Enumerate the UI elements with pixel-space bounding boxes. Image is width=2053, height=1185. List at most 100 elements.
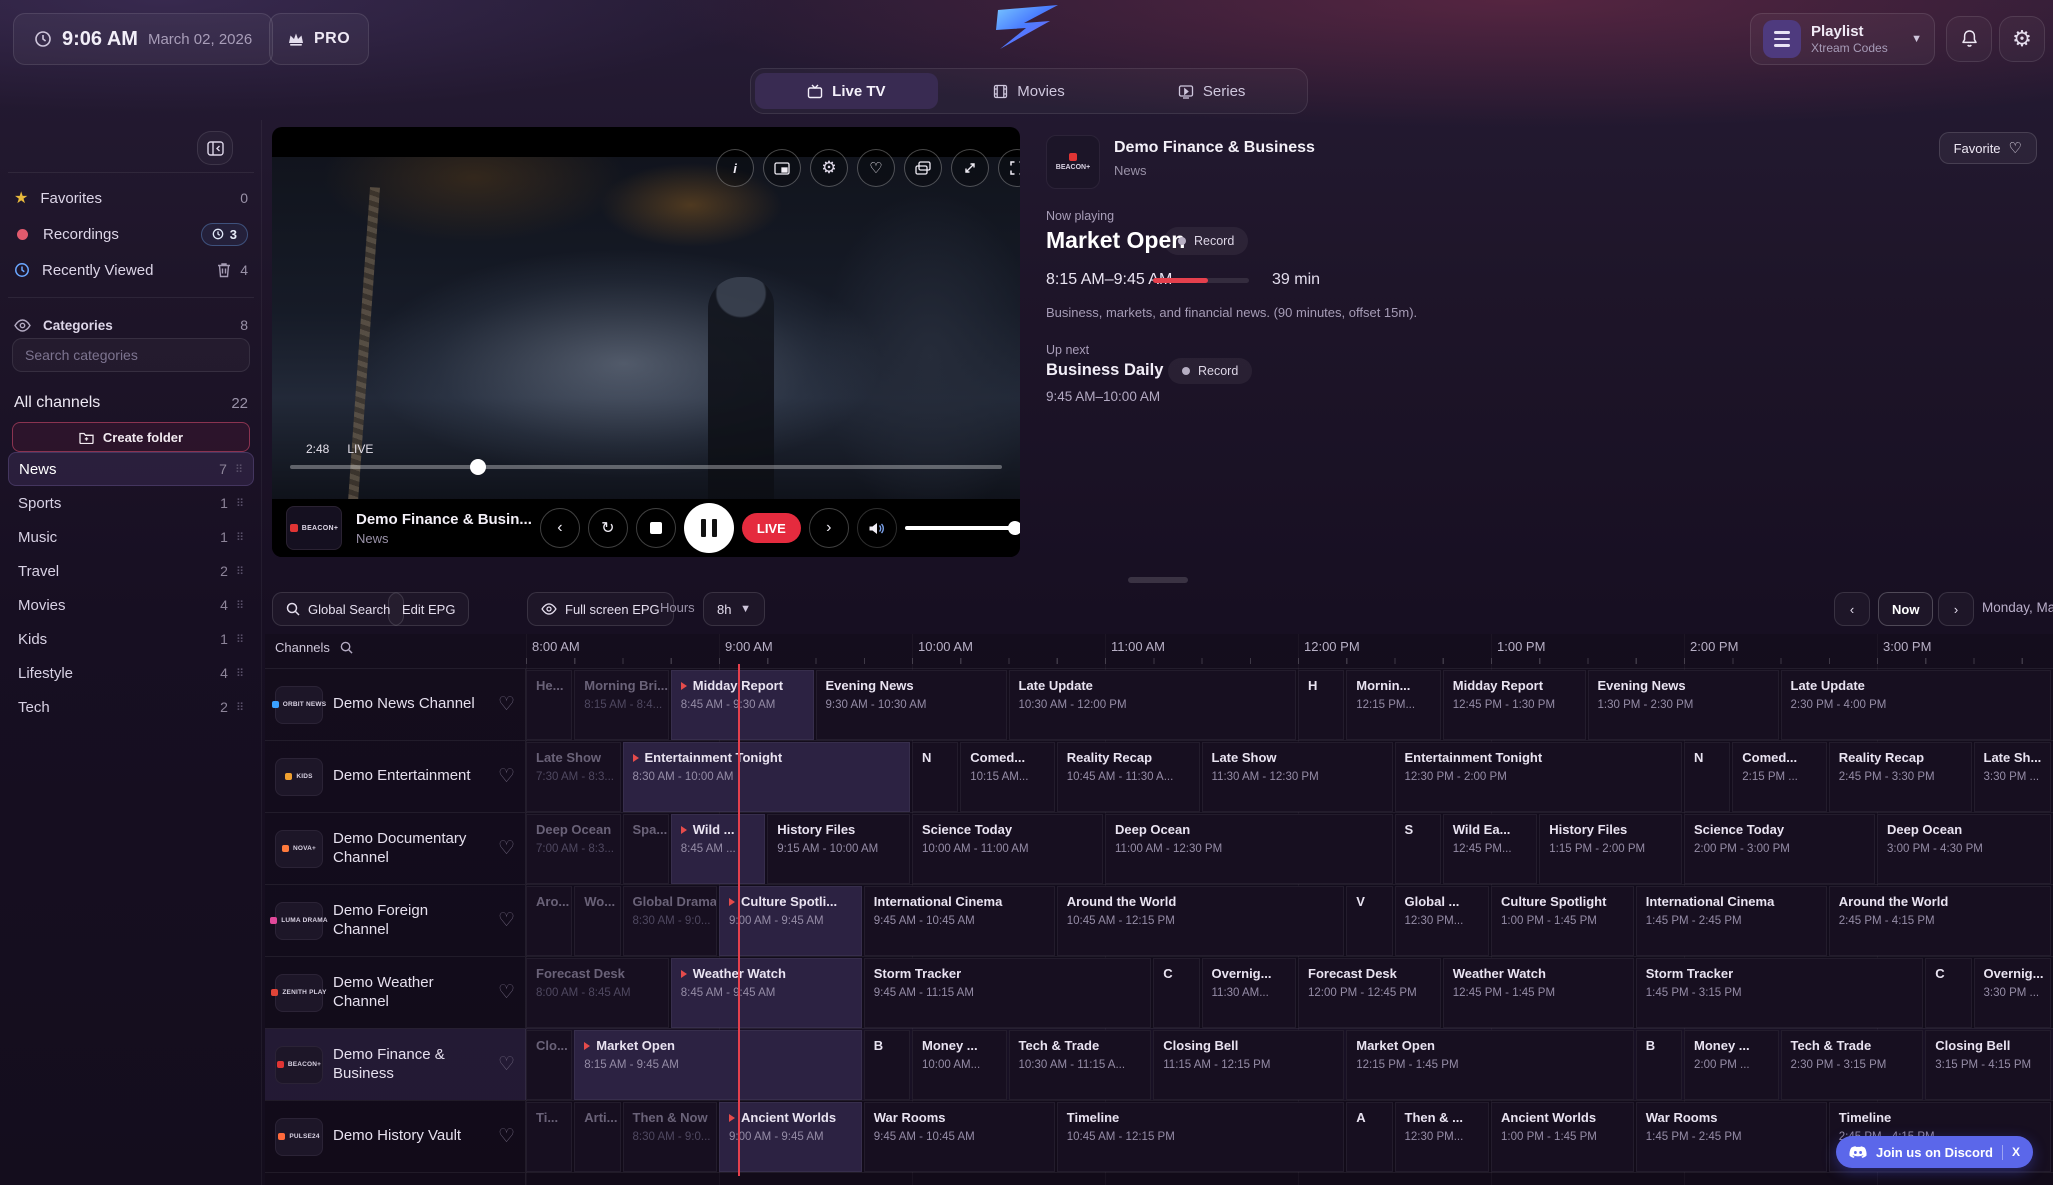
epg-program-cell[interactable]: N: [1684, 742, 1730, 812]
epg-program-cell[interactable]: Clo...: [526, 1030, 572, 1100]
epg-program-cell[interactable]: Entertainment Tonight12:30 PM - 2:00 PM: [1395, 742, 1683, 812]
epg-program-cell[interactable]: Overnig...3:30 PM ...: [1974, 958, 2052, 1028]
epg-program-cell[interactable]: Market Open12:15 PM - 1:45 PM: [1346, 1030, 1634, 1100]
pip-button[interactable]: [763, 149, 801, 187]
sidebar-category-kids[interactable]: Kids1⠿: [8, 622, 254, 656]
sidebar-item-favorites[interactable]: ★ Favorites 0: [14, 183, 248, 213]
epg-program-cell[interactable]: Wild Ea...12:45 PM...: [1443, 814, 1538, 884]
epg-program-cell[interactable]: History Files9:15 AM - 10:00 AM: [767, 814, 910, 884]
epg-program-cell[interactable]: Midday Report8:45 AM - 9:30 AM: [671, 670, 814, 740]
record-next-button[interactable]: Record: [1168, 358, 1252, 384]
epg-program-cell[interactable]: Comed...2:15 PM ...: [1732, 742, 1827, 812]
epg-program-cell[interactable]: Market Open8:15 AM - 9:45 AM: [574, 1030, 862, 1100]
epg-program-cell[interactable]: Aro...: [526, 886, 572, 956]
resize-button[interactable]: [951, 149, 989, 187]
previous-channel-button[interactable]: ‹: [540, 508, 580, 548]
epg-program-cell[interactable]: War Rooms1:45 PM - 2:45 PM: [1636, 1102, 1827, 1172]
epg-program-cell[interactable]: Storm Tracker9:45 AM - 11:15 AM: [864, 958, 1152, 1028]
drag-handle-icon[interactable]: ⠿: [236, 565, 244, 578]
epg-program-cell[interactable]: Science Today10:00 AM - 11:00 AM: [912, 814, 1103, 884]
discord-banner[interactable]: Join us on Discord X: [1836, 1136, 2033, 1168]
favorite-heart-icon[interactable]: ♡: [498, 1053, 515, 1076]
epg-program-cell[interactable]: H: [1298, 670, 1344, 740]
edit-epg-button[interactable]: Edit EPG: [388, 592, 469, 626]
video-player[interactable]: i ⚙ ♡ 2:48 LIVE BEACON+ Demo: [272, 127, 1020, 557]
epg-program-cell[interactable]: Forecast Desk8:00 AM - 8:45 AM: [526, 958, 669, 1028]
drag-handle-icon[interactable]: ⠿: [236, 667, 244, 680]
epg-program-cell[interactable]: International Cinema9:45 AM - 10:45 AM: [864, 886, 1055, 956]
drag-handle-icon[interactable]: ⠿: [236, 701, 244, 714]
create-folder-button[interactable]: Create folder: [12, 422, 250, 452]
sidebar-item-recently-viewed[interactable]: Recently Viewed 4: [14, 255, 248, 285]
epg-program-cell[interactable]: Deep Ocean11:00 AM - 12:30 PM: [1105, 814, 1393, 884]
fullscreen-button[interactable]: [998, 149, 1020, 187]
epg-program-cell[interactable]: C: [1153, 958, 1199, 1028]
search-icon[interactable]: [340, 641, 353, 654]
epg-program-cell[interactable]: Global Drama8:30 AM - 9:0...: [623, 886, 718, 956]
epg-program-cell[interactable]: Entertainment Tonight8:30 AM - 10:00 AM: [623, 742, 911, 812]
epg-program-cell[interactable]: Ancient Worlds1:00 PM - 1:45 PM: [1491, 1102, 1634, 1172]
tab-series[interactable]: Series: [1120, 73, 1303, 109]
sidebar-category-tech[interactable]: Tech2⠿: [8, 690, 254, 724]
panel-resize-handle[interactable]: [1128, 577, 1188, 583]
pro-badge[interactable]: PRO: [269, 13, 369, 65]
epg-now-button[interactable]: Now: [1878, 592, 1933, 626]
epg-program-cell[interactable]: International Cinema1:45 PM - 2:45 PM: [1636, 886, 1827, 956]
search-categories-input[interactable]: [12, 338, 250, 372]
volume-thumb[interactable]: [1008, 521, 1020, 535]
channel-cell[interactable]: BEACON+Demo Finance & Business♡: [265, 1029, 526, 1100]
epg-program-cell[interactable]: Science Today2:00 PM - 3:00 PM: [1684, 814, 1875, 884]
epg-program-cell[interactable]: Evening News9:30 AM - 10:30 AM: [816, 670, 1007, 740]
epg-program-cell[interactable]: N: [912, 742, 958, 812]
epg-program-cell[interactable]: Closing Bell3:15 PM - 4:15 PM: [1925, 1030, 2051, 1100]
epg-program-cell[interactable]: History Files1:15 PM - 2:00 PM: [1539, 814, 1682, 884]
settings-button[interactable]: ⚙: [1999, 16, 2045, 62]
epg-program-cell[interactable]: Reality Recap10:45 AM - 11:30 A...: [1057, 742, 1200, 812]
player-favorite-button[interactable]: ♡: [857, 149, 895, 187]
volume-slider[interactable]: [905, 526, 1015, 530]
epg-program-cell[interactable]: Tech & Trade10:30 AM - 11:15 A...: [1009, 1030, 1152, 1100]
hours-select[interactable]: 8h ▼: [703, 592, 765, 626]
seek-bar[interactable]: [290, 465, 1002, 469]
favorite-channel-button[interactable]: Favorite ♡: [1939, 132, 2037, 164]
tab-live-tv[interactable]: Live TV: [755, 73, 938, 109]
epg-program-cell[interactable]: Overnig...11:30 AM...: [1202, 958, 1297, 1028]
epg-program-cell[interactable]: Evening News1:30 PM - 2:30 PM: [1588, 670, 1779, 740]
epg-program-cell[interactable]: S: [1395, 814, 1441, 884]
epg-program-cell[interactable]: Weather Watch8:45 AM - 9:45 AM: [671, 958, 862, 1028]
playlist-selector[interactable]: Playlist Xtream Codes ▼: [1750, 13, 1935, 65]
epg-program-cell[interactable]: Culture Spotlight1:00 PM - 1:45 PM: [1491, 886, 1634, 956]
sidebar-category-movies[interactable]: Movies4⠿: [8, 588, 254, 622]
drag-handle-icon[interactable]: ⠿: [236, 531, 244, 544]
epg-program-cell[interactable]: Forecast Desk12:00 PM - 12:45 PM: [1298, 958, 1441, 1028]
epg-program-cell[interactable]: Around the World2:45 PM - 4:15 PM: [1829, 886, 2051, 956]
epg-program-cell[interactable]: Timeline10:45 AM - 12:15 PM: [1057, 1102, 1345, 1172]
epg-program-cell[interactable]: Spa...: [623, 814, 669, 884]
all-channels-row[interactable]: All channels 22: [14, 388, 248, 418]
info-button[interactable]: i: [716, 149, 754, 187]
player-settings-button[interactable]: ⚙: [810, 149, 848, 187]
favorite-heart-icon[interactable]: ♡: [498, 981, 515, 1004]
epg-program-cell[interactable]: Arti...: [574, 1102, 620, 1172]
stop-button[interactable]: [636, 508, 676, 548]
sidebar-category-lifestyle[interactable]: Lifestyle4⠿: [8, 656, 254, 690]
epg-program-cell[interactable]: Money ...2:00 PM ...: [1684, 1030, 1779, 1100]
sidebar-category-news[interactable]: News7⠿: [8, 452, 254, 486]
epg-prev-button[interactable]: ‹: [1834, 592, 1870, 626]
epg-program-cell[interactable]: Reality Recap2:45 PM - 3:30 PM: [1829, 742, 1972, 812]
sidebar-item-recordings[interactable]: Recordings 3: [14, 219, 248, 249]
epg-program-cell[interactable]: A: [1346, 1102, 1392, 1172]
favorite-heart-icon[interactable]: ♡: [498, 765, 515, 788]
pause-button[interactable]: [684, 503, 734, 553]
epg-program-cell[interactable]: V: [1346, 886, 1392, 956]
drag-handle-icon[interactable]: ⠿: [236, 633, 244, 646]
epg-program-cell[interactable]: Late Update10:30 AM - 12:00 PM: [1009, 670, 1297, 740]
favorite-heart-icon[interactable]: ♡: [498, 693, 515, 716]
epg-program-cell[interactable]: Then & ...12:30 PM...: [1395, 1102, 1490, 1172]
channel-cell[interactable]: PULSE24Demo History Vault♡: [265, 1101, 526, 1172]
epg-program-cell[interactable]: Morning Bri...8:15 AM - 8:4...: [574, 670, 669, 740]
epg-program-cell[interactable]: Global ...12:30 PM...: [1395, 886, 1490, 956]
live-badge[interactable]: LIVE: [742, 513, 801, 543]
epg-program-cell[interactable]: Ti...: [526, 1102, 572, 1172]
reload-button[interactable]: ↻: [588, 508, 628, 548]
